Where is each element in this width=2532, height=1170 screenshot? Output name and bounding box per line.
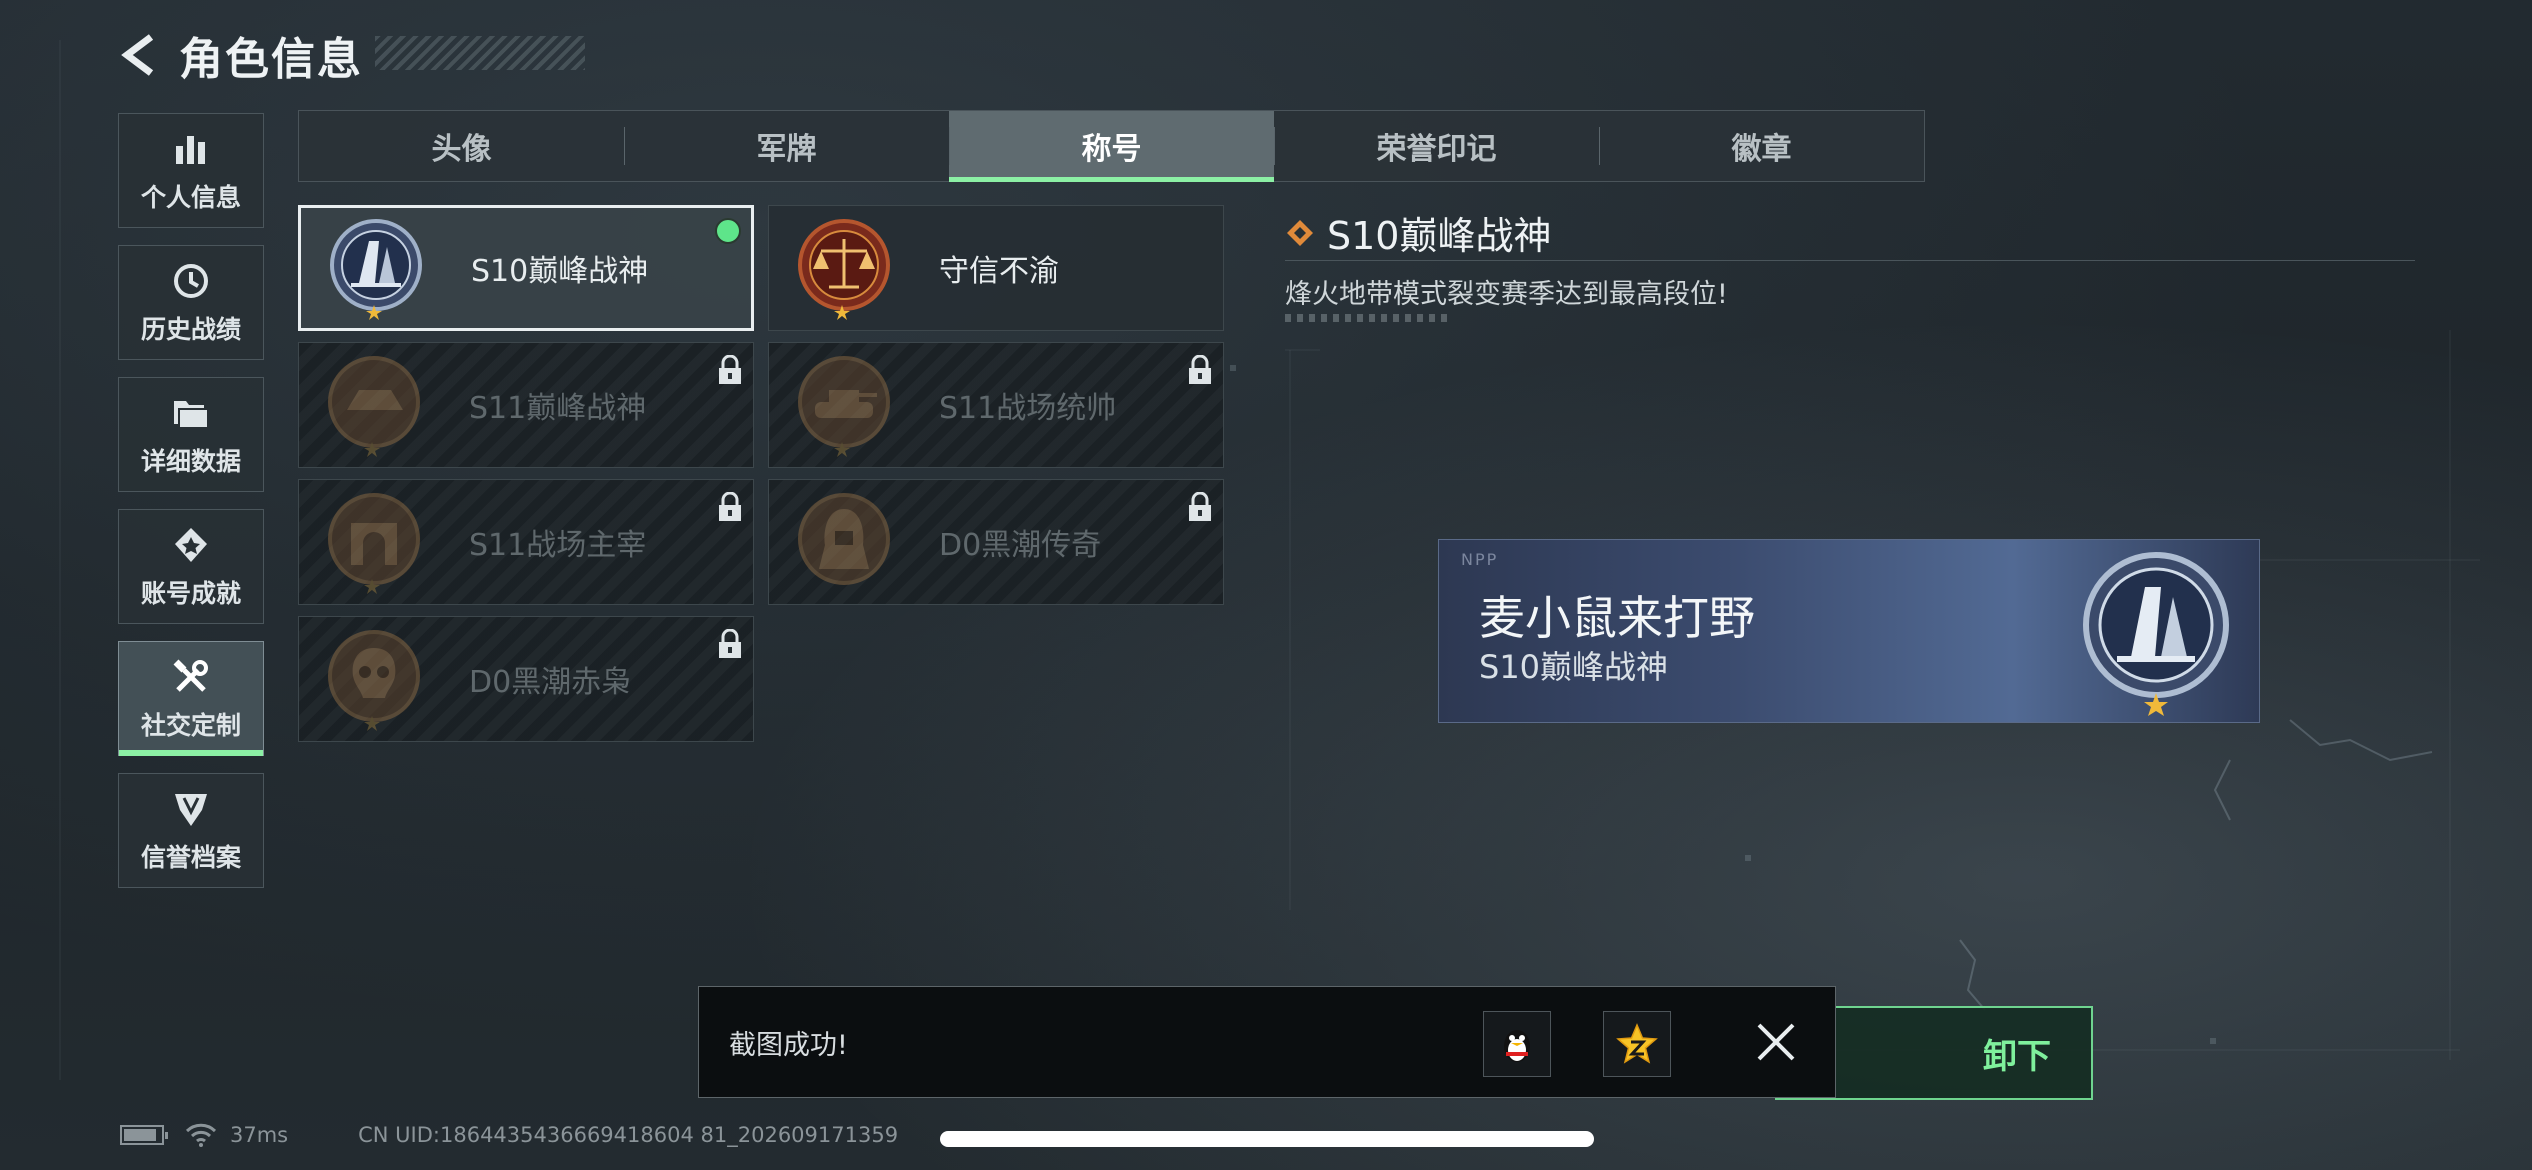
page-title: 角色信息 <box>179 34 363 85</box>
shield-emblem-icon <box>175 793 207 826</box>
equipped-indicator <box>715 218 741 244</box>
detail-description: 烽火地带模式裂变赛季达到最高段位! <box>1285 279 1728 310</box>
title-card-s11-dominator[interactable]: S11战场主宰 <box>298 479 754 605</box>
sidebar-item-label: 个人信息 <box>140 182 241 212</box>
qzone-share-button[interactable] <box>1603 1011 1671 1077</box>
title-card-s11-commander[interactable]: S11战场统帅 <box>768 342 1224 468</box>
lock-icon <box>719 355 741 384</box>
decorative-microtext <box>1285 314 1450 322</box>
sidebar-item-achievements[interactable]: 账号成就 <box>118 509 264 624</box>
sidebar-item-label: 历史战绩 <box>140 314 241 344</box>
tab-avatar[interactable]: 头像 <box>299 111 624 181</box>
header-decoration <box>375 36 585 70</box>
divider <box>1285 260 2415 261</box>
uid-text: CN UID:1864435436669418604 81_2026091713… <box>358 1123 899 1147</box>
tab-bar: 头像 军牌 称号 荣誉印记 徽章 <box>298 110 1925 182</box>
tank-emblem-icon <box>798 356 890 457</box>
ping-value: 37ms <box>230 1123 289 1147</box>
sidebar-item-label: 社交定制 <box>140 710 241 740</box>
detail-title-text: S10巅峰战神 <box>1327 214 1552 258</box>
home-indicator[interactable] <box>940 1131 1594 1147</box>
qq-share-button[interactable] <box>1483 1011 1551 1077</box>
page-header: 角色信息 <box>115 25 363 85</box>
sidebar-item-credit-record[interactable]: 信誉档案 <box>118 773 264 888</box>
title-name: 守信不渝 <box>939 254 1059 289</box>
title-name: S11战场统帅 <box>939 391 1117 426</box>
sidebar-item-label: 账号成就 <box>140 578 241 608</box>
title-card-s10-peak-god[interactable]: S10巅峰战神 <box>298 205 754 331</box>
peak-god-emblem-icon <box>330 219 422 320</box>
tab-dog-tag[interactable]: 军牌 <box>624 111 949 181</box>
sidebar-item-detailed-data[interactable]: 详细数据 <box>118 377 264 492</box>
scales-emblem-icon <box>798 219 890 320</box>
lock-icon <box>1189 355 1211 384</box>
unequip-button-label: 卸下 <box>1983 1036 2051 1077</box>
history-clock-icon <box>174 263 208 298</box>
bar-chart-icon <box>176 135 205 164</box>
wifi-icon <box>185 1123 217 1147</box>
screenshot-toast: 截图成功! <box>698 986 1836 1098</box>
battery-icon <box>120 1125 168 1145</box>
diamond-icon <box>1287 219 1313 246</box>
title-card-s11-peak-god[interactable]: S11巅峰战神 <box>298 342 754 468</box>
qq-penguin-icon <box>1504 1030 1530 1062</box>
title-name: S11战场主宰 <box>469 528 647 563</box>
sidebar-item-personal-info[interactable]: 个人信息 <box>118 113 264 228</box>
nameplate-preview: NPP 麦小鼠来打野 S10巅峰战神 <box>1438 539 2260 723</box>
player-name: 麦小鼠来打野 <box>1479 591 1755 645</box>
lock-icon <box>1189 492 1211 521</box>
hooded-figure-emblem-icon <box>798 493 890 585</box>
s11-peak-emblem-icon <box>328 356 420 457</box>
folder-icon <box>174 400 209 429</box>
tab-title[interactable]: 称号 <box>949 111 1274 182</box>
qzone-star-icon <box>1616 1023 1658 1064</box>
player-title: S10巅峰战神 <box>1479 648 1669 686</box>
tab-badge[interactable]: 徽章 <box>1599 111 1924 181</box>
lock-icon <box>719 492 741 521</box>
title-card-trustworthy[interactable]: 守信不渝 <box>768 205 1224 331</box>
detail-title: S10巅峰战神 <box>1285 205 1551 260</box>
title-card-d0-black-tide-legend[interactable]: D0黑潮传奇 <box>768 479 1224 605</box>
skull-emblem-icon <box>328 630 420 731</box>
title-card-d0-black-tide-owl[interactable]: D0黑潮赤枭 <box>298 616 754 742</box>
title-name: D0黑潮传奇 <box>939 528 1102 563</box>
sidebar-item-social-custom[interactable]: 社交定制 <box>118 641 264 756</box>
title-name: S11巅峰战神 <box>469 391 647 426</box>
achievement-icon <box>175 527 207 562</box>
sidebar-item-label: 详细数据 <box>140 446 241 476</box>
sidebar-item-label: 信誉档案 <box>140 842 241 872</box>
chevron-left-icon[interactable] <box>115 31 163 79</box>
close-icon[interactable] <box>1751 1017 1801 1067</box>
sidebar-item-history[interactable]: 历史战绩 <box>118 245 264 360</box>
tools-icon <box>173 659 208 692</box>
status-footer: 37ms CN UID:1864435436669418604 81_20260… <box>120 1122 898 1148</box>
toast-message: 截图成功! <box>729 1030 848 1061</box>
arch-emblem-icon <box>328 493 420 594</box>
title-name: S10巅峰战神 <box>471 254 649 289</box>
lock-icon <box>719 629 741 658</box>
peak-god-emblem-icon <box>2083 552 2229 716</box>
nameplate-logo: NPP <box>1461 550 1499 569</box>
title-name: D0黑潮赤枭 <box>469 665 632 700</box>
tab-honor-mark[interactable]: 荣誉印记 <box>1274 111 1599 181</box>
